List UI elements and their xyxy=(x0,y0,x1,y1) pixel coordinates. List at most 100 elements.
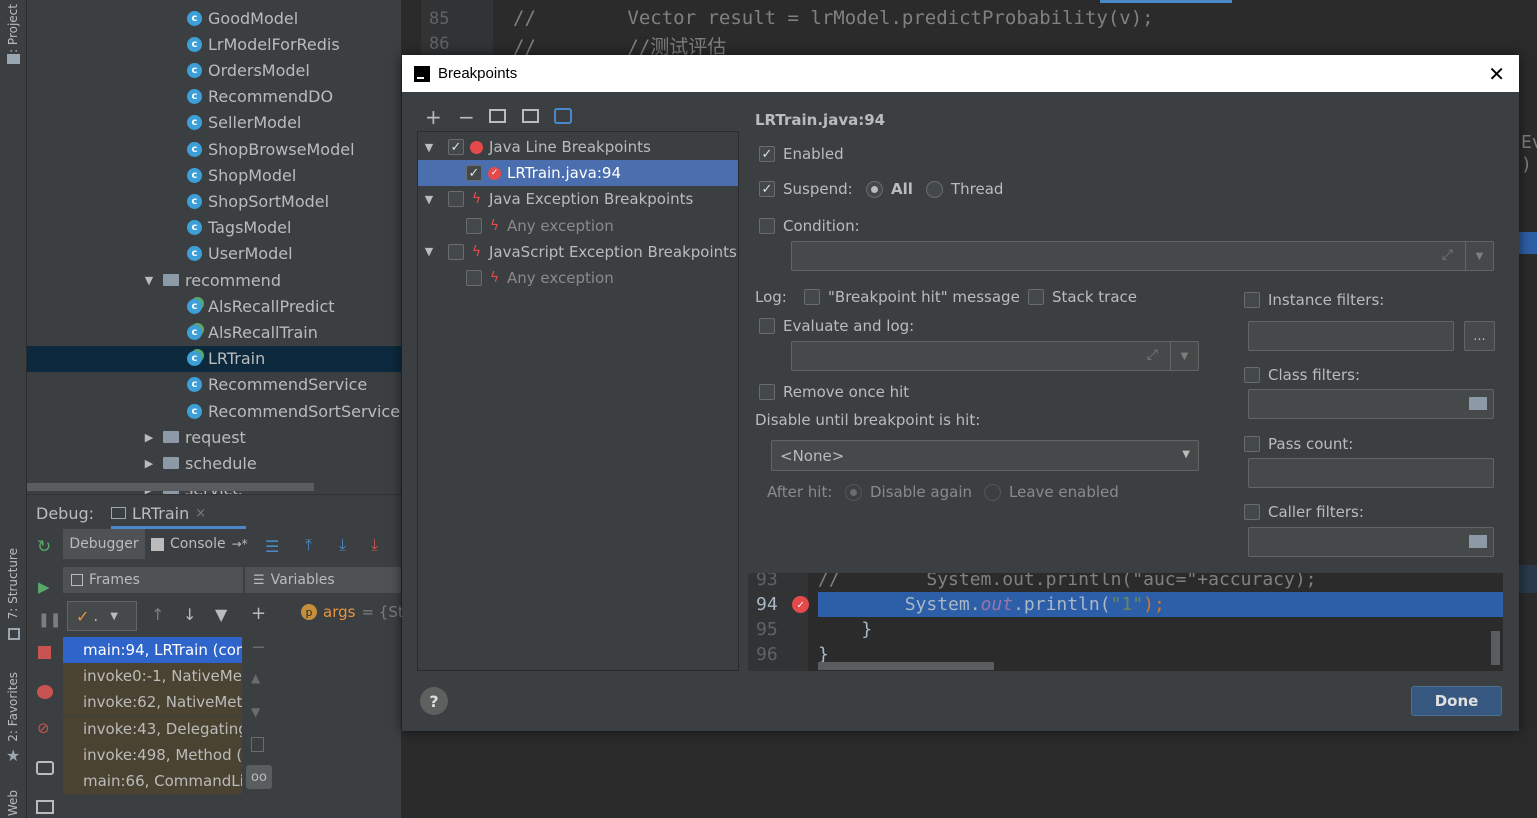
lines-icon[interactable]: ☰ xyxy=(265,537,279,556)
group-by-class-icon[interactable] xyxy=(554,108,572,124)
tree-item[interactable]: c UserModel xyxy=(27,241,401,267)
pause-icon[interactable]: ❚❚ xyxy=(38,612,61,628)
tree-item[interactable]: c ShopBrowseModel xyxy=(27,136,401,162)
structure-tool-tab[interactable]: 7: Structure xyxy=(2,548,24,619)
frame-row[interactable]: invoke0:-1, NativeMet xyxy=(63,663,242,690)
expand-icon[interactable]: ⤢ xyxy=(1147,347,1158,363)
rerun-icon[interactable]: ↻ xyxy=(37,537,51,557)
frame-row[interactable]: invoke:498, Method (j xyxy=(63,741,242,768)
preview-hscrollbar[interactable] xyxy=(818,662,994,670)
class-filters-checkbox[interactable]: Class filters: xyxy=(1244,366,1360,384)
tree-item[interactable]: c AlsRecallPredict xyxy=(27,293,401,319)
chevron-down-icon[interactable]: ▼ xyxy=(1170,342,1198,370)
breakpoint-tree-item[interactable]: ▼ ϟ JavaScript Exception Breakpoints xyxy=(418,239,738,265)
pass-count-input[interactable] xyxy=(1248,458,1494,488)
thread-selector[interactable]: ✓ . ▼ xyxy=(67,601,137,631)
debug-session-tab[interactable]: LRTrain × xyxy=(111,500,206,526)
console-tab[interactable]: Console →* xyxy=(151,529,248,559)
mute-breakpoints-icon[interactable]: ⊘ xyxy=(37,719,50,737)
folder-icon[interactable] xyxy=(1469,397,1487,410)
show-execution-point-icon[interactable]: ⤒ xyxy=(305,535,312,555)
frame-row[interactable]: invoke:43, Delegating xyxy=(63,715,242,742)
checkbox-icon[interactable] xyxy=(448,191,464,208)
folder-icon[interactable] xyxy=(1469,535,1487,548)
evaluate-log-checkbox[interactable]: Evaluate and log: xyxy=(759,317,914,335)
web-tool-tab[interactable]: Web xyxy=(2,790,24,816)
caller-filters-checkbox[interactable]: Caller filters: xyxy=(1244,503,1364,521)
checkbox-icon[interactable] xyxy=(448,243,464,260)
checkbox-checked-icon[interactable]: ✓ xyxy=(466,165,482,182)
tree-item[interactable]: c RecommendService xyxy=(27,372,401,398)
resume-icon[interactable]: ▶ xyxy=(38,578,50,596)
variable-row[interactable]: p args = {Str xyxy=(301,601,410,623)
remove-breakpoint-icon[interactable]: − xyxy=(458,105,475,129)
tree-item[interactable]: c RecommendDO xyxy=(27,84,401,110)
checkbox-icon[interactable] xyxy=(466,217,482,234)
tree-item[interactable]: c SellerModel xyxy=(27,110,401,136)
tree-item[interactable]: c OrdersModel xyxy=(27,57,401,83)
class-filters-input[interactable] xyxy=(1248,389,1494,419)
condition-checkbox[interactable]: Condition: xyxy=(759,217,860,235)
suspend-all-radio[interactable]: All xyxy=(866,180,913,198)
tree-item[interactable]: c LrModelForRedis xyxy=(27,31,401,57)
filter-icon[interactable]: ▼ xyxy=(215,605,227,624)
leave-enabled-radio[interactable]: Leave enabled xyxy=(984,483,1119,501)
chevron-down-icon[interactable]: ▼ xyxy=(422,245,436,258)
chevron-down-icon[interactable]: ▼ xyxy=(422,193,436,206)
remove-watch-icon[interactable]: − xyxy=(251,637,266,658)
tree-item[interactable]: c RecommendSortService xyxy=(27,398,401,424)
view-breakpoints-icon[interactable] xyxy=(37,685,53,699)
move-up-icon[interactable]: ▲ xyxy=(251,671,260,685)
tree-item[interactable]: ▼ recommend xyxy=(27,267,401,293)
breakpoint-tree-item[interactable]: ϟ Any exception xyxy=(418,213,738,239)
frame-row[interactable]: main:66, CommandLir xyxy=(63,768,242,794)
favorites-tool-tab[interactable]: 2: Favorites xyxy=(2,672,24,742)
project-tool-tab[interactable]: 1: Project xyxy=(2,4,24,61)
tree-item[interactable]: c GoodModel xyxy=(27,5,401,31)
done-button[interactable]: Done xyxy=(1411,686,1502,716)
frame-row[interactable]: main:94, LRTrain (com xyxy=(63,637,242,663)
instance-filters-browse-button[interactable]: ... xyxy=(1464,321,1495,351)
chevron-down-icon[interactable]: ▼ xyxy=(1465,242,1493,270)
instance-filters-input[interactable] xyxy=(1248,321,1454,351)
chevron-down-icon[interactable]: ▼ xyxy=(143,274,155,287)
expand-icon[interactable]: ⤢ xyxy=(1442,247,1453,263)
group-by-file-icon[interactable] xyxy=(522,109,539,123)
stack-trace-checkbox[interactable]: Stack trace xyxy=(1028,288,1137,306)
stop-icon[interactable] xyxy=(38,646,51,659)
add-watch-icon[interactable]: + xyxy=(251,603,266,624)
breakpoint-tree-item[interactable]: ✓ ✓ LRTrain.java:94 xyxy=(418,160,738,187)
close-icon[interactable]: × xyxy=(195,506,206,521)
chevron-right-icon[interactable]: ▶ xyxy=(143,431,155,444)
move-down-icon[interactable]: ▼ xyxy=(251,705,260,719)
step-over-icon[interactable]: ⤓ xyxy=(339,535,346,555)
group-by-package-icon[interactable] xyxy=(489,109,506,123)
chevron-right-icon[interactable]: ▶ xyxy=(143,457,155,470)
enabled-checkbox[interactable]: ✓ Enabled xyxy=(759,145,844,163)
log-message-checkbox[interactable]: "Breakpoint hit" message xyxy=(804,288,1020,306)
help-button[interactable]: ? xyxy=(420,687,448,715)
disable-until-select[interactable]: <None> ▼ xyxy=(771,440,1199,471)
glasses-icon[interactable]: oo xyxy=(246,765,272,789)
horizontal-scrollbar[interactable] xyxy=(27,483,314,491)
camera-icon[interactable] xyxy=(36,761,54,775)
add-breakpoint-icon[interactable]: + xyxy=(425,105,442,129)
step-into-icon[interactable]: ⤓ xyxy=(371,535,378,555)
tree-item[interactable]: ▶ schedule xyxy=(27,450,401,476)
instance-filters-checkbox[interactable]: Instance filters: xyxy=(1244,291,1384,309)
checkbox-checked-icon[interactable]: ✓ xyxy=(448,139,464,155)
tree-item[interactable]: c ShopSortModel xyxy=(27,188,401,214)
suspend-checkbox[interactable]: ✓ Suspend: xyxy=(759,180,853,198)
chevron-down-icon[interactable]: ▼ xyxy=(422,141,436,154)
remove-once-hit-checkbox[interactable]: Remove once hit xyxy=(759,383,909,401)
tree-item[interactable]: c TagsModel xyxy=(27,215,401,241)
copy-icon[interactable] xyxy=(251,737,264,752)
tree-item[interactable]: ▶ request xyxy=(27,424,401,450)
tree-item[interactable]: c LRTrain xyxy=(27,345,401,372)
arrow-down-icon[interactable]: ↓ xyxy=(183,605,196,624)
suspend-thread-radio[interactable]: Thread xyxy=(926,180,1003,198)
close-icon[interactable]: ✕ xyxy=(1488,62,1505,86)
arrow-up-icon[interactable]: ↑ xyxy=(151,605,164,624)
breakpoint-tree-item[interactable]: ▼ ϟ Java Exception Breakpoints xyxy=(418,186,738,212)
debugger-tab[interactable]: Debugger xyxy=(63,529,145,559)
